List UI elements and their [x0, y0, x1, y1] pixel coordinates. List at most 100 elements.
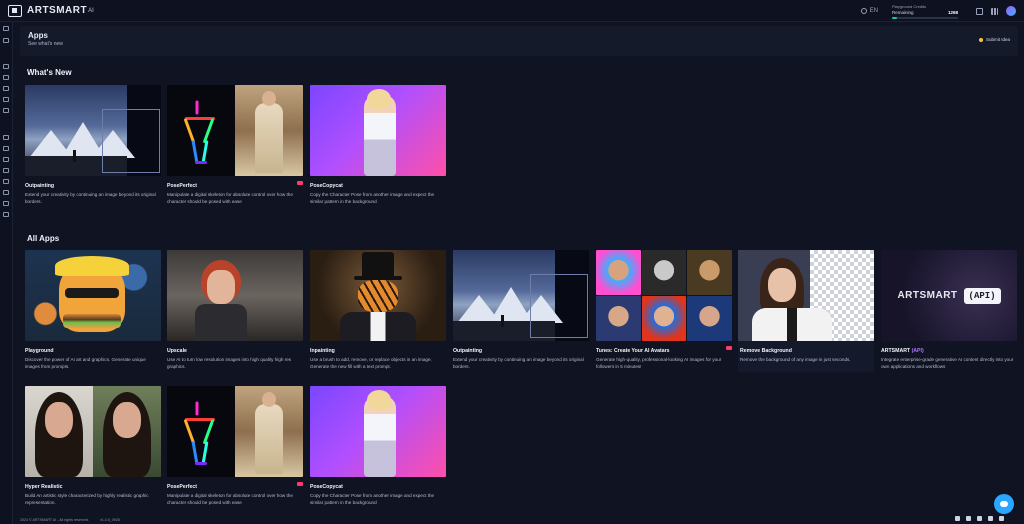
app-card-remove-background[interactable]: Remove Background Remove the background … — [738, 250, 874, 372]
search-icon[interactable] — [3, 38, 9, 43]
new-badge — [726, 346, 732, 350]
app-card-hyper-realistic[interactable]: Hyper Realistic Build An artistic style … — [25, 386, 161, 507]
brand-logo[interactable]: ARTSMART AI — [8, 4, 94, 17]
card-title: Upscale — [167, 348, 187, 354]
card-description: Extend your creativity by continuing an … — [25, 192, 156, 204]
new-badge — [297, 181, 303, 185]
hyper-realistic-thumbnail — [25, 386, 161, 477]
transfer-icon[interactable] — [3, 108, 9, 113]
instagram-icon[interactable] — [966, 516, 971, 521]
inpainting-thumbnail — [310, 250, 446, 341]
app-card-tunes[interactable]: Tunes: Create Your AI Avatars Generate h… — [596, 250, 732, 371]
wave-icon[interactable] — [3, 157, 9, 162]
card-title: PoseCopycat — [310, 484, 343, 490]
tag-icon[interactable] — [3, 135, 9, 140]
card-title: PosePerfect — [167, 484, 197, 490]
card-description: Generate high-quality, professional-look… — [596, 357, 722, 369]
poseperfect-thumbnail — [167, 85, 303, 176]
card-title-main: ARTSMART — [881, 348, 911, 354]
poseperfect-thumbnail — [167, 386, 303, 477]
globe-icon — [860, 8, 867, 14]
inbox-icon[interactable] — [3, 190, 9, 195]
send-icon[interactable] — [3, 201, 9, 206]
credits-widget[interactable]: Playground Credits Remaining 1268 — [892, 4, 958, 19]
brand-suffix: AI — [88, 7, 94, 14]
language-label: EN — [869, 8, 878, 14]
list-icon[interactable] — [3, 168, 9, 173]
card-description: Copy the Character Pose from another ima… — [310, 493, 435, 505]
lightbulb-icon — [978, 37, 983, 42]
submit-idea-button[interactable]: Submit Idea — [978, 37, 1010, 42]
top-bar: ARTSMART AI EN Playground Credits Remain… — [0, 0, 1024, 22]
posecopycat-thumbnail — [310, 85, 446, 176]
card-title: Hyper Realistic — [25, 484, 63, 490]
card-description: Integrate enterprise-grade generative AI… — [881, 357, 1014, 369]
app-card-poseperfect[interactable]: PosePerfect Manipulate a digital skeleto… — [167, 386, 303, 507]
help-icon[interactable] — [3, 179, 9, 184]
playground-icon[interactable] — [3, 64, 9, 69]
card-description: Use AI to turn low resolution images int… — [167, 357, 292, 369]
credits-value: 1268 — [947, 9, 958, 15]
app-card-artsmart-api[interactable]: ARTSMART (API) ARTSMART (API) Integrate … — [881, 250, 1017, 371]
outpainting-thumbnail — [25, 85, 161, 176]
menu-icon[interactable] — [3, 26, 9, 31]
card-description: Extend your creativity by continuing an … — [453, 357, 584, 369]
card-description: Manipulate a digital skeleton for absolu… — [167, 192, 293, 204]
document-icon[interactable] — [3, 86, 9, 91]
whats-new-card-poseperfect[interactable]: PosePerfect Manipulate a digital skeleto… — [167, 85, 303, 206]
upscale-thumbnail — [167, 250, 303, 341]
card-description: Build An artistic style characterized by… — [25, 493, 149, 505]
api-thumbnail-badge: (API) — [963, 287, 1001, 304]
grid-icon[interactable] — [3, 212, 9, 217]
credits-remaining-label: Remaining — [892, 9, 914, 15]
card-title: Outpainting — [25, 183, 55, 189]
linkedin-icon[interactable] — [977, 516, 982, 521]
gallery-icon[interactable] — [976, 7, 983, 15]
card-title: PoseCopycat — [310, 183, 343, 189]
card-title-accent: (API) — [911, 348, 924, 354]
card-description: Discover the power of AI art and graphic… — [25, 357, 146, 369]
whats-new-card-posecopycat[interactable]: PoseCopycat Copy the Character Pose from… — [310, 85, 446, 206]
card-description: Manipulate a digital skeleton for absolu… — [167, 493, 293, 505]
whats-new-heading: What's New — [27, 68, 72, 77]
card-title: Tunes: Create Your AI Avatars — [596, 348, 670, 354]
image-icon[interactable] — [3, 75, 9, 80]
card-title: ARTSMART (API) — [881, 348, 1017, 354]
page-subtitle: See what's new — [28, 41, 63, 47]
app-card-inpainting[interactable]: Inpainting Use a brush to add, remove, o… — [310, 250, 446, 371]
card-title: Remove Background — [740, 348, 792, 354]
credits-label: Playground Credits — [892, 3, 927, 9]
version-text: v1.0.5_0928 — [99, 518, 120, 522]
user-avatar[interactable] — [1006, 6, 1016, 16]
chat-support-button[interactable] — [994, 494, 1014, 514]
layers-icon[interactable] — [3, 146, 9, 151]
card-title: Outpainting — [453, 348, 483, 354]
youtube-icon[interactable] — [999, 516, 1004, 521]
apps-grid-icon[interactable] — [991, 7, 998, 15]
card-description: Copy the Character Pose from another ima… — [310, 192, 435, 204]
card-title: PosePerfect — [167, 183, 197, 189]
card-description: Remove the background of any image in ju… — [740, 357, 851, 362]
card-title: Inpainting — [310, 348, 335, 354]
card-description: Use a brush to add, remove, or replace o… — [310, 357, 432, 369]
language-selector[interactable]: EN — [860, 8, 878, 14]
app-card-posecopycat[interactable]: PoseCopycat Copy the Character Pose from… — [310, 386, 446, 507]
logo-icon — [8, 4, 22, 17]
brush-icon[interactable] — [3, 97, 9, 102]
new-badge — [297, 482, 303, 486]
app-card-upscale[interactable]: Upscale Use AI to turn low resolution im… — [167, 250, 303, 371]
app-card-playground[interactable]: Playground Discover the power of AI art … — [25, 250, 161, 371]
facebook-icon[interactable] — [955, 516, 960, 521]
card-title: Playground — [25, 348, 54, 354]
twitter-icon[interactable] — [988, 516, 993, 521]
social-links — [949, 516, 1004, 521]
api-thumbnail-word: ARTSMART — [897, 290, 958, 301]
submit-idea-label: Submit Idea — [985, 37, 1010, 42]
whats-new-card-outpainting[interactable]: Outpainting Extend your creativity by co… — [25, 85, 161, 206]
remove-background-thumbnail — [738, 250, 874, 341]
page-title: Apps — [28, 31, 48, 40]
credits-progress-bar — [892, 16, 958, 19]
all-apps-heading: All Apps — [27, 234, 60, 243]
playground-thumbnail — [25, 250, 161, 341]
app-card-outpainting[interactable]: Outpainting Extend your creativity by co… — [453, 250, 589, 371]
